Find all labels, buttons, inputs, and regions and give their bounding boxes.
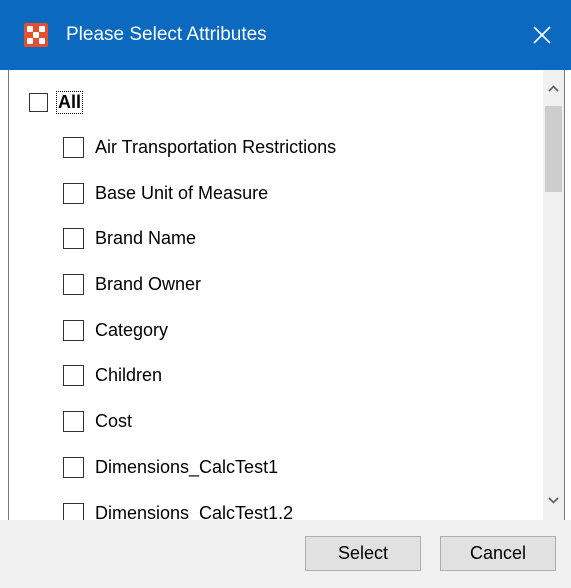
scroll-down-button[interactable] (543, 490, 564, 510)
select-all-row[interactable]: All (29, 90, 84, 114)
attribute-items: Air Transportation Restrictions Base Uni… (63, 135, 336, 520)
attribute-item[interactable]: Cost (63, 409, 336, 455)
attribute-label: Children (95, 365, 163, 386)
attribute-label: Brand Name (95, 228, 197, 249)
attribute-checkbox[interactable] (63, 319, 84, 341)
attribute-checkbox[interactable] (63, 502, 84, 520)
attribute-label: Air Transportation Restrictions (95, 137, 337, 157)
scrollbar-thumb[interactable] (545, 106, 562, 192)
chevron-up-icon (548, 84, 559, 92)
dialog-footer: Select Cancel (0, 520, 571, 588)
attribute-list-content: All Air Transportation Restrictions Base… (9, 70, 543, 520)
attribute-item[interactable]: Dimensions_CalcTest1.2 (63, 501, 336, 521)
attribute-label: Brand Owner (95, 274, 202, 295)
attribute-item[interactable]: Brand Owner (63, 272, 336, 318)
app-logo-icon (24, 23, 48, 47)
vertical-scrollbar[interactable] (543, 70, 564, 520)
window-title: Please Select Attributes (66, 24, 267, 45)
title-bar: Please Select Attributes (0, 0, 571, 70)
attribute-label: Dimensions_CalcTest1.2 (95, 502, 294, 521)
select-all-checkbox[interactable] (29, 92, 48, 112)
attribute-label: Category (95, 319, 169, 340)
attribute-item[interactable]: Children (63, 363, 336, 409)
close-button[interactable] (513, 0, 571, 70)
attribute-item[interactable]: Dimensions_CalcTest1 (63, 455, 336, 501)
select-button[interactable]: Select (305, 536, 421, 571)
cancel-button[interactable]: Cancel (440, 536, 556, 571)
select-all-label: All (55, 90, 84, 114)
attribute-checkbox[interactable] (63, 228, 84, 250)
attribute-item[interactable]: Brand Name (63, 226, 336, 272)
attribute-item[interactable]: Category (63, 318, 336, 364)
attribute-label: Dimensions_CalcTest1 (95, 456, 279, 477)
attribute-list[interactable]: All Air Transportation Restrictions Base… (8, 70, 565, 521)
attribute-checkbox[interactable] (63, 137, 84, 158)
attribute-checkbox[interactable] (63, 182, 84, 204)
attribute-checkbox[interactable] (63, 411, 84, 433)
close-icon (533, 26, 551, 44)
attribute-label: Base Unit of Measure (95, 182, 269, 203)
attribute-item[interactable]: Air Transportation Restrictions (63, 135, 336, 181)
scroll-up-button[interactable] (543, 78, 564, 98)
attribute-item[interactable]: Base Unit of Measure (63, 181, 336, 227)
attribute-checkbox[interactable] (63, 274, 84, 296)
chevron-down-icon (548, 496, 559, 504)
attribute-label: Cost (95, 411, 133, 432)
attribute-checkbox[interactable] (63, 456, 84, 478)
attribute-checkbox[interactable] (63, 365, 84, 387)
